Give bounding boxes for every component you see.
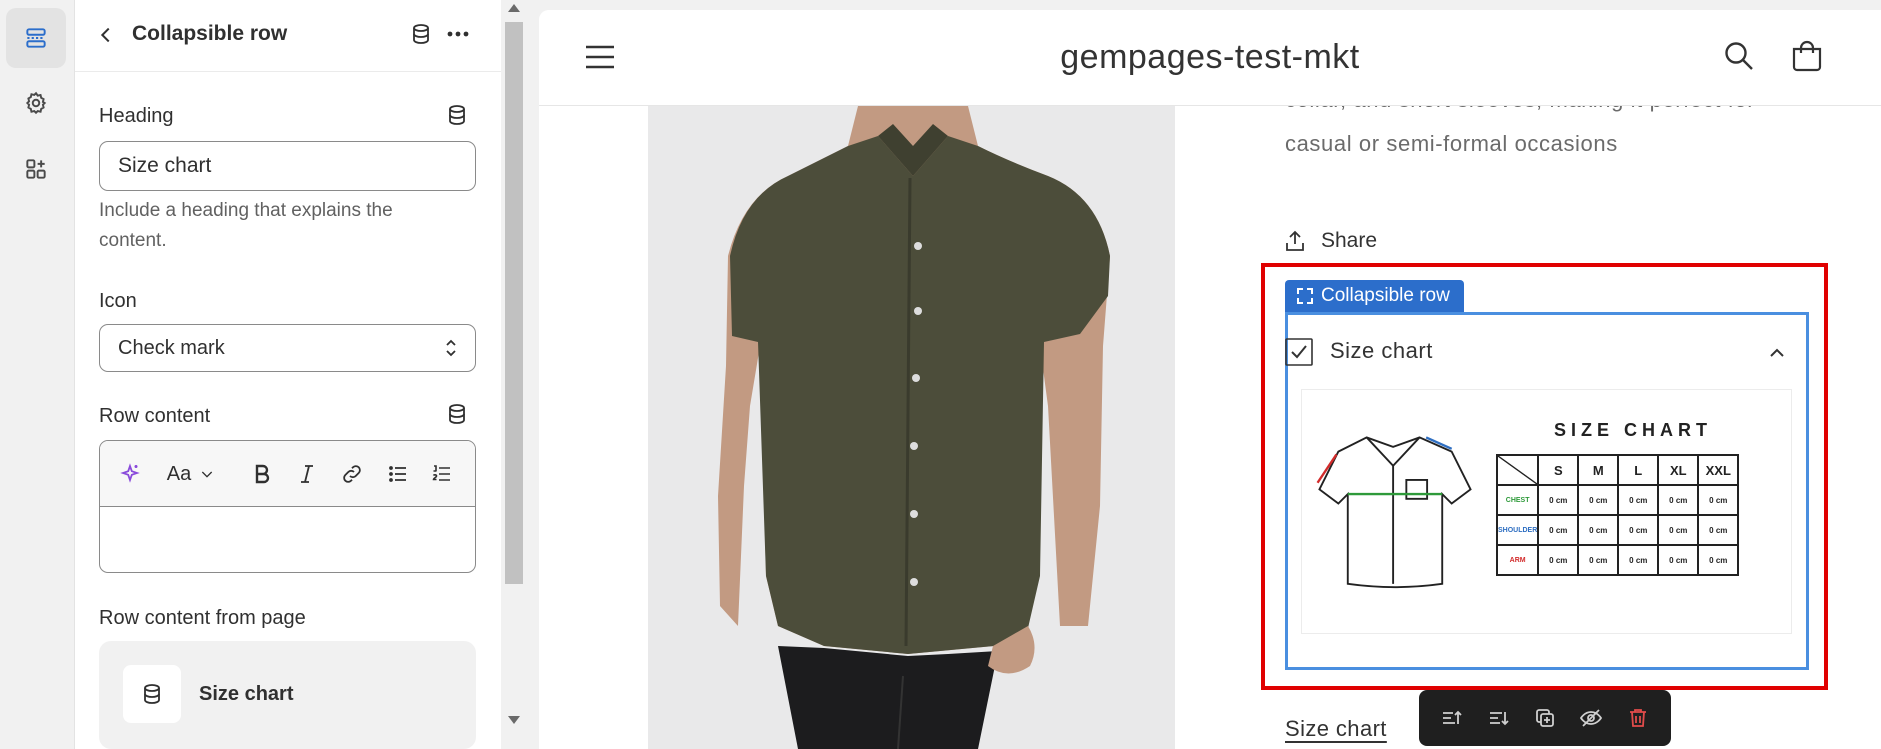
selection-tag-label: Collapsible row: [1321, 285, 1450, 306]
scroll-down-arrow-icon[interactable]: [508, 716, 520, 724]
table-cell: 0 cm: [1617, 514, 1660, 546]
table-cell: 0 cm: [1577, 484, 1620, 516]
block-floating-toolbar: [1419, 690, 1671, 746]
dynamic-source-icon[interactable]: [445, 103, 469, 127]
size-header: XXL: [1697, 454, 1740, 486]
table-cell: 0 cm: [1697, 514, 1740, 546]
icon-label: Icon: [99, 290, 137, 312]
panel-header: Collapsible row: [75, 0, 501, 72]
settings-panel: Collapsible row Heading Size chart Inclu…: [75, 0, 501, 749]
share-icon: [1286, 230, 1304, 251]
size-header: XL: [1657, 454, 1700, 486]
move-down-icon[interactable]: [1482, 701, 1516, 735]
table-cell: 0 cm: [1657, 544, 1700, 576]
share-button[interactable]: Share: [1285, 229, 1377, 253]
move-up-icon[interactable]: [1435, 701, 1469, 735]
scroll-up-arrow-icon[interactable]: [508, 4, 520, 12]
size-header: L: [1617, 454, 1660, 486]
table-row: CHEST 0 cm 0 cm 0 cm 0 cm 0 cm: [1495, 484, 1740, 516]
duplicate-icon[interactable]: [1528, 701, 1562, 735]
size-chart-heading: SIZE CHART: [1554, 420, 1712, 440]
size-chart-table: S M L XL XXL CHEST 0 cm 0 cm 0 cm 0 cm 0…: [1495, 454, 1740, 576]
selection-tag[interactable]: Collapsible row: [1285, 280, 1464, 312]
icon-select-value: Check mark: [118, 336, 225, 359]
delete-icon[interactable]: [1621, 701, 1655, 735]
size-chart-link[interactable]: Size chart: [1285, 716, 1387, 742]
storefront-preview: gempages-test-mkt collar, and short slee…: [539, 10, 1881, 749]
shirt-diagram-icon: [1316, 436, 1472, 589]
row-content-textarea[interactable]: [100, 507, 475, 572]
size-header: M: [1577, 454, 1620, 486]
row-content-page-label: Row content from page: [99, 607, 306, 629]
size-header: S: [1537, 454, 1580, 486]
block-icon: [1297, 288, 1313, 304]
table-cell: 0 cm: [1617, 484, 1660, 516]
scroll-thumb[interactable]: [505, 22, 523, 584]
table-cell: 0 cm: [1537, 514, 1580, 546]
store-header: gempages-test-mkt: [539, 10, 1881, 106]
heading-input[interactable]: Size chart: [99, 141, 476, 191]
table-cell: 0 cm: [1537, 544, 1580, 576]
row-label-shoulder: SHOULDER: [1495, 514, 1540, 546]
page-thumb: [123, 665, 181, 723]
text-format-icon: Aa: [166, 462, 192, 485]
app-rail: [0, 0, 75, 749]
table-row: S M L XL XXL: [1495, 454, 1740, 486]
back-arrow-icon[interactable]: [95, 24, 117, 46]
bold-icon[interactable]: [248, 460, 276, 488]
table-cell: 0 cm: [1657, 514, 1700, 546]
link-icon[interactable]: [338, 460, 366, 488]
search-icon[interactable]: [1723, 40, 1755, 72]
table-row: SHOULDER 0 cm 0 cm 0 cm 0 cm 0 cm: [1495, 514, 1740, 546]
page-card-name: Size chart: [199, 683, 294, 705]
table-corner: [1495, 454, 1540, 486]
apps-add-icon[interactable]: [6, 139, 66, 199]
italic-icon[interactable]: [293, 460, 321, 488]
table-cell: 0 cm: [1697, 544, 1740, 576]
magic-icon[interactable]: [116, 460, 144, 488]
size-chart-image: SIZE CHART S M L XL XXL CHEST 0 cm 0 cm …: [1301, 389, 1792, 634]
cart-icon[interactable]: [1790, 39, 1824, 73]
panel-title: Collapsible row: [132, 22, 288, 45]
row-content-label: Row content: [99, 405, 211, 427]
hide-icon[interactable]: [1574, 701, 1608, 735]
heading-help-text: Include a heading that explains the cont…: [99, 200, 393, 251]
table-row: ARM 0 cm 0 cm 0 cm 0 cm 0 cm: [1495, 544, 1740, 576]
sections-icon[interactable]: [6, 8, 66, 68]
chevron-down-icon: [202, 471, 213, 478]
text-format-dropdown[interactable]: Aa: [166, 460, 216, 488]
table-cell: 0 cm: [1577, 544, 1620, 576]
product-image[interactable]: [648, 106, 1175, 749]
dynamic-source-icon[interactable]: [445, 402, 469, 426]
icon-select[interactable]: Check mark: [99, 324, 476, 372]
bullet-list-icon[interactable]: [384, 460, 412, 488]
gear-icon[interactable]: [6, 73, 66, 133]
row-content-editor: Aa: [99, 440, 476, 573]
table-cell: 0 cm: [1577, 514, 1620, 546]
check-mark-icon: [1285, 338, 1313, 366]
row-label-chest: CHEST: [1495, 484, 1540, 516]
row-label-arm: ARM: [1495, 544, 1540, 576]
table-cell: 0 cm: [1697, 484, 1740, 516]
share-label: Share: [1321, 229, 1378, 252]
heading-label: Heading: [99, 105, 174, 127]
numbered-list-icon[interactable]: [428, 460, 456, 488]
dynamic-source-icon: [144, 684, 160, 704]
chevron-up-icon[interactable]: [1767, 343, 1787, 363]
page-picker-card[interactable]: Size chart: [99, 641, 476, 749]
select-chevron-icon: [446, 339, 456, 357]
table-cell: 0 cm: [1537, 484, 1580, 516]
more-actions-icon[interactable]: [445, 22, 471, 46]
shirt-model-illustration: [648, 106, 1175, 749]
dynamic-source-icon[interactable]: [409, 22, 433, 46]
panel-scrollbar[interactable]: [501, 0, 526, 749]
table-cell: 0 cm: [1617, 544, 1660, 576]
store-name[interactable]: gempages-test-mkt: [539, 38, 1881, 77]
accordion-title[interactable]: Size chart: [1330, 338, 1433, 364]
table-cell: 0 cm: [1657, 484, 1700, 516]
rte-toolbar: Aa: [100, 441, 475, 507]
